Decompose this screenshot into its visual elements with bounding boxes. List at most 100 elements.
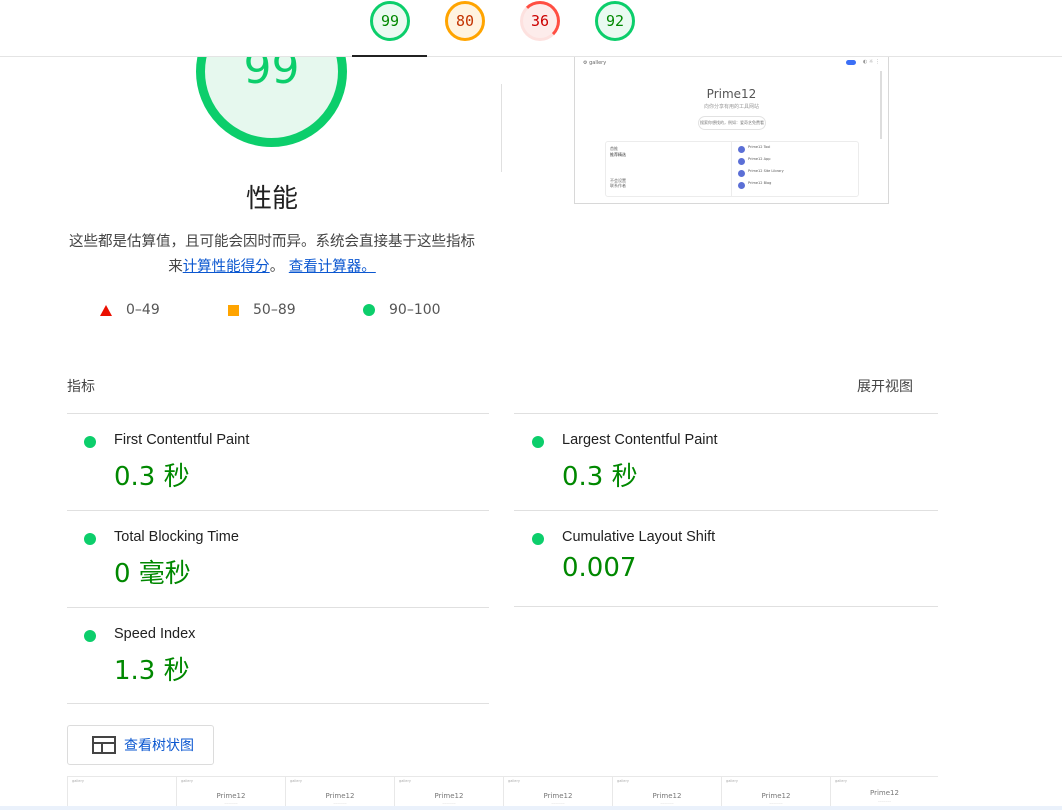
- final-screenshot[interactable]: ⚙ gallery ◐ ☼ ⋮ Prime12 向你分享有用的工具网站 搜索你想…: [574, 57, 889, 204]
- legend-average: 50–89: [228, 302, 296, 318]
- app-icon: [738, 146, 745, 153]
- view-treemap-button[interactable]: 查看树状图: [67, 725, 214, 765]
- frame-label: gallery: [399, 779, 411, 783]
- divider: [514, 413, 938, 414]
- frame-subtitle: ‒‒‒‒‒‒‒: [551, 801, 565, 805]
- metric-name: Speed Index: [114, 626, 196, 642]
- performance-gauge[interactable]: 99: [370, 1, 410, 41]
- app-icon: [738, 182, 745, 189]
- frame-subtitle: ‒‒‒‒‒‒‒: [877, 799, 892, 803]
- performance-score: 99: [380, 12, 400, 30]
- circle-icon: [363, 304, 375, 316]
- active-gauge-indicator: [352, 55, 427, 57]
- preview-row: Prime12 Site Library: [738, 169, 856, 180]
- accessibility-gauge[interactable]: 80: [445, 1, 485, 41]
- preview-row: Prime12 Tool: [738, 145, 856, 156]
- legend-average-range: 50–89: [253, 302, 296, 318]
- metric-value: 0.3 秒: [562, 462, 638, 492]
- legend-pass: 90–100: [363, 302, 441, 318]
- frame-label: gallery: [508, 779, 520, 783]
- divider: [514, 510, 938, 511]
- metric-name: Largest Contentful Paint: [562, 432, 718, 448]
- metric-value: 0.3 秒: [114, 462, 190, 492]
- frame-title: Prime12: [870, 789, 899, 797]
- frame-title: Prime12: [761, 792, 791, 800]
- metric-name: Cumulative Layout Shift: [562, 529, 716, 545]
- pass-circle-icon: [532, 436, 544, 448]
- preview-row: Prime12 App: [738, 157, 856, 168]
- preview-brand-text: gallery: [589, 60, 607, 66]
- best-practices-gauge[interactable]: 36: [520, 1, 560, 41]
- preview-row-label: Prime12 Site Library: [748, 169, 784, 173]
- pass-circle-icon: [532, 533, 544, 545]
- frame-subtitle: ‒‒‒‒‒‒‒: [660, 801, 674, 805]
- expand-view-toggle[interactable]: 展开视图: [857, 376, 913, 396]
- app-icon: [738, 158, 745, 165]
- calc-score-link[interactable]: 计算性能得分: [183, 259, 270, 275]
- preview-left-bottom-text: 联系作者: [610, 183, 626, 188]
- frame-title: Prime12: [325, 792, 355, 800]
- metric-value: 0.007: [562, 553, 637, 583]
- filmstrip: gallery gallery Prime12 ‒‒‒‒‒‒‒ gallery Pri…: [67, 776, 938, 810]
- legend-fail: 0–49: [100, 302, 160, 318]
- divider: [67, 510, 489, 511]
- preview-scrollbar: [880, 71, 882, 139]
- divider: [67, 413, 489, 414]
- seo-score: 92: [605, 12, 625, 30]
- frame-label: gallery: [726, 779, 738, 783]
- best-practices-score: 36: [530, 12, 550, 30]
- toggle-icon: [846, 60, 856, 65]
- preview-left-top-text: 推荐精选: [610, 152, 626, 157]
- frame-subtitle: ‒‒‒‒‒‒‒: [224, 801, 238, 805]
- triangle-icon: [100, 304, 112, 316]
- preview-search-pill: 搜索你想找的，例如：爱奇艺免费看: [698, 116, 766, 130]
- frame-subtitle: ‒‒‒‒‒‒‒: [442, 801, 456, 805]
- legend-pass-range: 90–100: [389, 302, 441, 318]
- pass-circle-icon: [84, 533, 96, 545]
- preview-subtitle: 向你分享有用的工具网站: [703, 104, 759, 110]
- preview-cards: 首推 推荐精选 不会设置 联系作者 Prime12 Tool Prime12 A…: [605, 141, 859, 197]
- more-icon: ◐ ☼ ⋮: [862, 59, 880, 65]
- treemap-icon: [92, 736, 116, 754]
- frame-title: Prime12: [652, 792, 682, 800]
- frame-title: Prime12: [543, 792, 573, 800]
- divider: [501, 84, 502, 172]
- frame-subtitle: ‒‒‒‒‒‒‒: [769, 801, 783, 805]
- pass-circle-icon: [84, 630, 96, 642]
- accessibility-score: 80: [455, 12, 475, 30]
- frame-label: gallery: [835, 779, 847, 783]
- preview-title: Prime12: [706, 87, 757, 101]
- seo-gauge[interactable]: 92: [595, 1, 635, 41]
- metric-name: First Contentful Paint: [114, 432, 250, 448]
- frame-label: gallery: [290, 779, 302, 783]
- frame-label: gallery: [617, 779, 629, 783]
- view-calculator-link[interactable]: 查看计算器。: [289, 259, 376, 275]
- performance-description: 这些都是估算值，且可能会因时而异。系统会直接基于这些指标来计算性能得分。 查看计…: [64, 230, 480, 280]
- frame-title: Prime12: [216, 792, 246, 800]
- frame-label: gallery: [181, 779, 193, 783]
- metrics-heading: 指标: [67, 379, 95, 395]
- bottom-edge: [0, 806, 1062, 810]
- metric-value: 0 毫秒: [114, 559, 191, 589]
- divider: [67, 703, 489, 704]
- metric-name: Total Blocking Time: [114, 529, 239, 545]
- preview-left-card: 首推 推荐精选 不会设置 联系作者: [606, 142, 732, 196]
- performance-title: 性能: [245, 184, 298, 214]
- pass-circle-icon: [84, 436, 96, 448]
- frame-label: gallery: [72, 779, 84, 783]
- app-icon: [738, 170, 745, 177]
- square-icon: [228, 304, 239, 316]
- category-gauge-bar: 99 80 36 92: [0, 0, 1062, 57]
- preview-row-label: Prime12 Blog: [748, 181, 772, 185]
- preview-brand: ⚙ gallery: [583, 60, 607, 66]
- frame-title: Prime12: [434, 792, 464, 800]
- legend-fail-range: 0–49: [126, 302, 160, 318]
- preview-row-label: Prime12 Tool: [748, 145, 771, 149]
- divider: [67, 607, 489, 608]
- metric-value: 1.3 秒: [114, 656, 190, 686]
- divider: [514, 606, 938, 607]
- preview-row-label: Prime12 App: [748, 157, 771, 161]
- preview-row: Prime12 Blog: [738, 181, 856, 192]
- description-separator: 。: [269, 259, 289, 275]
- view-treemap-label: 查看树状图: [124, 738, 194, 754]
